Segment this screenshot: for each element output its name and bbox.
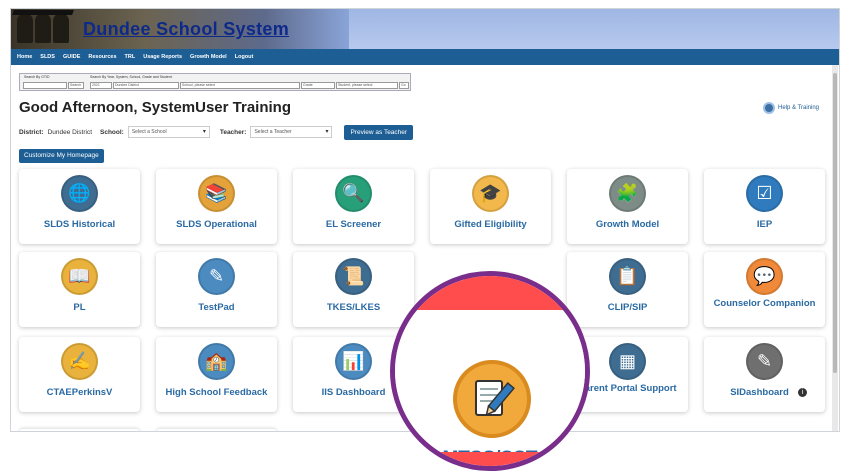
globe-books-icon: 🌐 — [61, 175, 98, 212]
help-training-link[interactable]: Help & Training — [763, 102, 819, 114]
app-tile-label: CLIP/SIP — [607, 302, 648, 313]
clipboard-list-icon: 📋 — [609, 258, 646, 295]
app-tile[interactable]: 📖 PL — [19, 252, 140, 327]
customize-homepage-button[interactable]: Customize My Homepage — [19, 149, 104, 163]
page-scrollbar[interactable] — [832, 65, 838, 431]
student-search-bar: Search By GTID Search Search By Year, Sy… — [19, 73, 411, 91]
app-tile-label: CTAEPerkinsV — [46, 387, 113, 398]
nav-logout[interactable]: Logout — [235, 54, 254, 60]
app-tile[interactable]: ✍ CTAEPerkinsV — [19, 337, 140, 412]
browser-window-icon: ▦ — [609, 343, 646, 380]
year-select[interactable]: 2021 — [90, 82, 112, 89]
nav-home[interactable]: Home — [17, 54, 32, 60]
app-tile[interactable]: 🎓 Gifted Eligibility — [430, 169, 551, 244]
certificate-icon: 📜 — [335, 258, 372, 295]
tile-partial[interactable] — [19, 429, 140, 431]
app-tile[interactable]: ✎ SIDashboard i — [704, 337, 825, 412]
district-select[interactable]: Dundee District — [113, 82, 179, 89]
greeting-heading: Good Afternoon, SystemUser Training — [19, 99, 291, 116]
preview-as-teacher-button[interactable]: Preview as Teacher — [344, 124, 414, 140]
app-tile[interactable]: 📋 CLIP/SIP — [567, 252, 688, 327]
site-banner: Dundee School System — [11, 9, 839, 49]
help-training-label: Help & Training — [778, 105, 820, 111]
app-tile-label: IEP — [756, 219, 773, 230]
app-tile[interactable]: 💬 Counselor Companion — [704, 252, 825, 327]
graduate-figure — [35, 13, 51, 43]
app-tile-label: SLDS Operational — [176, 219, 257, 230]
zoom-band-bottom — [395, 452, 585, 466]
notepad-pencil-icon — [453, 360, 531, 438]
gtid-search-button[interactable]: Search — [68, 82, 84, 89]
teacher-label: Teacher: — [219, 128, 247, 136]
district-label: District: — [19, 128, 44, 136]
info-icon[interactable]: i — [798, 388, 807, 397]
scrollbar-thumb[interactable] — [833, 73, 837, 373]
app-tile-label: SLDS Historical — [43, 219, 116, 230]
teacher-dropdown[interactable]: Select a Teacher — [250, 126, 333, 138]
graduate-figure — [53, 13, 69, 43]
app-title[interactable]: Dundee School System — [83, 19, 289, 40]
app-tile[interactable]: 📚 SLDS Operational — [156, 169, 277, 244]
filters-search-label: Search By Year, System, School, Grade an… — [90, 75, 172, 79]
app-tile-label: Counselor Companion — [713, 298, 816, 309]
app-tile[interactable]: ✎ TestPad — [156, 252, 277, 327]
app-tile-label: Growth Model — [595, 219, 660, 230]
app-tile[interactable]: ☑ IEP — [704, 169, 825, 244]
app-tile[interactable]: 🌐 SLDS Historical — [19, 169, 140, 244]
app-tile[interactable]: 🏫 High School Feedback — [156, 337, 277, 412]
app-tile[interactable]: 🔍 EL Screener — [293, 169, 414, 244]
books-icon: 📚 — [198, 175, 235, 212]
top-nav: Home SLDS GUIDE Resources TRL Usage Repo… — [11, 49, 839, 65]
open-book-icon: 📖 — [61, 258, 98, 295]
magnifier-document-icon: 🔍 — [335, 175, 372, 212]
pencil-paper-icon: ✎ — [198, 258, 235, 295]
writing-paper-icon: ✍ — [61, 343, 98, 380]
help-globe-icon — [763, 102, 775, 114]
edit-document-icon: ✎ — [746, 343, 783, 380]
checklist-icon: ☑ — [746, 175, 783, 212]
school-dropdown[interactable]: Select a School — [127, 126, 210, 138]
homepage-filters: District: Dundee District School: Select… — [19, 124, 414, 140]
bar-chart-icon: 📊 — [335, 343, 372, 380]
grade-select[interactable]: Grade — [301, 82, 335, 89]
app-tile-label: Gifted Eligibility — [454, 219, 527, 230]
zoom-callout: MTSS/SST — [390, 271, 590, 471]
student-select[interactable]: Student, please select — [336, 82, 398, 89]
gtid-input[interactable] — [23, 82, 67, 89]
school-building-icon: 🏫 — [198, 343, 235, 380]
chat-bubbles-icon: 💬 — [746, 258, 783, 295]
app-tile-label: SIDashboard — [730, 387, 789, 398]
graduate-figure — [17, 13, 33, 43]
banner-graduates-image: Dundee School System — [11, 9, 349, 49]
nav-growth-model[interactable]: Growth Model — [190, 54, 227, 60]
puzzle-chart-icon: 🧩 — [609, 175, 646, 212]
nav-usage-reports[interactable]: Usage Reports — [143, 54, 182, 60]
nav-guide[interactable]: GUIDE — [63, 54, 80, 60]
app-tile-label: TKES/LKES — [326, 302, 381, 313]
app-tile[interactable]: 🧩 Growth Model — [567, 169, 688, 244]
gtid-search-label: Search By GTID — [24, 75, 50, 79]
app-tile-label: PL — [73, 302, 86, 313]
school-label: School: — [100, 128, 124, 136]
mtss-sst-tile[interactable]: MTSS/SST — [395, 310, 585, 466]
district-value: Dundee District — [47, 128, 92, 136]
go-button[interactable]: Go — [399, 82, 409, 89]
school-select[interactable]: School, please select — [180, 82, 300, 89]
nav-slds[interactable]: SLDS — [40, 54, 55, 60]
app-tile-label: EL Screener — [325, 219, 382, 230]
nav-resources[interactable]: Resources — [88, 54, 116, 60]
nav-trl[interactable]: TRL — [125, 54, 136, 60]
tile-partial[interactable] — [156, 429, 277, 431]
app-tile-label: High School Feedback — [165, 387, 268, 398]
zoom-band-top — [395, 276, 585, 310]
graduation-cap-icon: 🎓 — [472, 175, 509, 212]
app-tile-label: TestPad — [198, 302, 235, 313]
